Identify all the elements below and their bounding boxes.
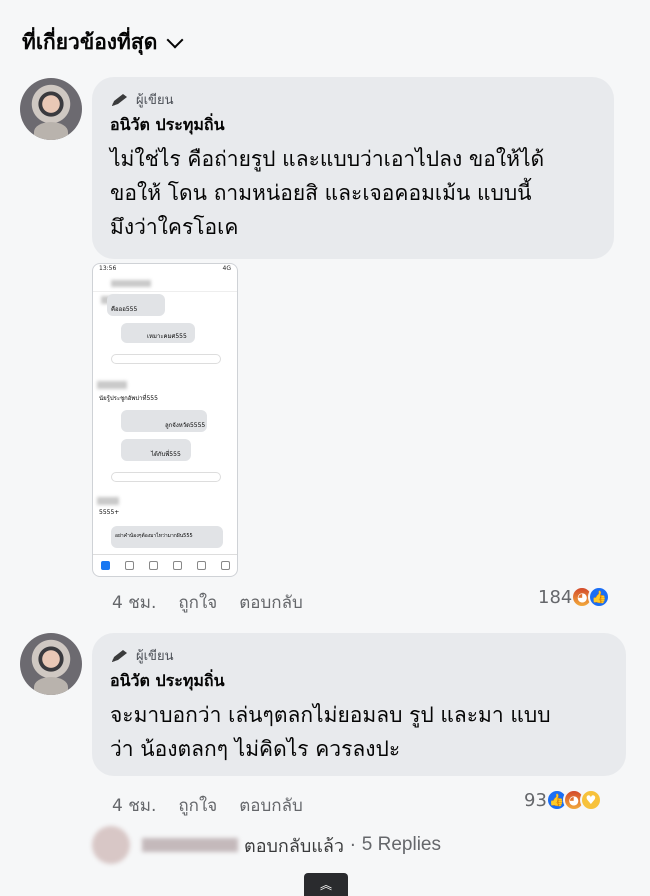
marketplace-icon [172, 561, 182, 570]
chevron-down-icon [166, 31, 184, 48]
attachment-row-text: คือออ555 [111, 306, 138, 313]
flag-icon [148, 561, 158, 570]
comment-time[interactable]: 4 ชม. [112, 792, 156, 819]
attachment-row-text: 5555+ [99, 509, 120, 516]
author-badge-label: ผู้เขียน [136, 649, 174, 664]
comment-line: มึงว่าใครโอเค [110, 215, 239, 239]
comment-line: จะมาบอกว่า เล่นๆตลกไม่ยอมลบ รูป และมา แบ… [110, 703, 551, 727]
sort-label: ที่เกี่ยวข้องที่สุด [22, 30, 158, 54]
comment-1-bubble: ผู้เขียน อนิวัต ประทุมถิ่น ไม่ใช่ไร คือถ… [92, 77, 614, 259]
attachment-row: อย่าคำน้องๆต้องมาไหว่ามากฝัน555 [93, 524, 237, 553]
replied-label: ตอบกลับแล้ว [244, 835, 345, 857]
attachment-row-text: เหมาะคมศ555 [147, 333, 187, 340]
attachment-row: 5555+ [93, 495, 237, 524]
attachment-row: ลูกจังหวัด5555 [93, 408, 237, 437]
attachment-row-text: ได้กับพี่555 [151, 451, 181, 458]
comment-1-actions: 4 ชม. ถูกใจ ตอบกลับ [112, 589, 303, 616]
author-badge-label: ผู้เขียน [136, 93, 174, 108]
comment-author[interactable]: อนิวัต ประทุมถิ่น [110, 669, 608, 694]
comment-text: จะมาบอกว่า เล่นๆตลกไม่ยอมลบ รูป และมา แบ… [110, 698, 608, 766]
care-icon: ♥ [579, 789, 602, 811]
comment-2-actions: 4 ชม. ถูกใจ ตอบกลับ [112, 792, 303, 819]
comment-text: ไม่ใช่ไร คือถ่ายรูป และแบบว่าเอาไปลง ขอใ… [110, 142, 596, 244]
double-chevron-up-icon: ︽ [319, 878, 332, 892]
comment-1-avatar[interactable] [20, 78, 82, 140]
attachment-row-text: ลูกจังหวัด5555 [165, 422, 206, 429]
comment-line: ขอให้ โดน ถามหน่อยสิ และเจอคอมเม้น แบบนี… [110, 181, 532, 205]
comment-line: ว่า น้องตลกๆ ไม่คิดไร ควรลงปะ [110, 737, 401, 761]
reaction-count: 93 [524, 789, 547, 811]
attachment-row [93, 466, 237, 495]
comment-time[interactable]: 4 ชม. [112, 589, 156, 616]
attachment-row-text: อย่าคำน้องๆต้องมาไหว่ามากฝัน555 [115, 533, 193, 539]
attachment-row: คือออ555 [93, 292, 237, 321]
author-badge: ผู้เขียน [110, 645, 608, 666]
attachment-tab-bar [93, 554, 237, 576]
reply-button[interactable]: ตอบกลับ [239, 792, 303, 819]
separator: · [350, 834, 356, 856]
comment-2-avatar[interactable] [20, 633, 82, 695]
reply-button[interactable]: ตอบกลับ [239, 589, 303, 616]
attachment-status-bar: 13:56 4G [93, 264, 237, 274]
reply-avatar [92, 826, 130, 864]
attachment-status-signal: 4G [222, 265, 231, 272]
comment-attachment-screenshot[interactable]: 13:56 4G คือออ555 เหมาะคมศ555 นัยรู้ประช… [92, 263, 238, 577]
menu-icon [220, 561, 230, 570]
attachment-header [93, 274, 237, 292]
attachment-row: นัยรู้ประชูกอัพบ่าที่555 [93, 379, 237, 408]
view-replies-link[interactable]: ตอบกลับแล้ว · 5 Replies [92, 826, 441, 864]
reply-author-name [142, 838, 238, 852]
home-icon [100, 561, 110, 570]
attachment-row-text: นัยรู้ประชูกอัพบ่าที่555 [99, 395, 158, 402]
attachment-status-time: 13:56 [99, 265, 117, 272]
reply-count: 5 Replies [361, 834, 441, 855]
like-icon: 👍 [588, 586, 611, 608]
comment-2-bubble: ผู้เขียน อนิวัต ประทุมถิ่น จะมาบอกว่า เล… [92, 633, 626, 776]
comment-2-reactions[interactable]: 93 👍 ◕ ♥ [524, 789, 602, 811]
watch-icon [124, 561, 134, 570]
comment-1-reactions[interactable]: 184 ◕ 👍 [538, 586, 611, 608]
sort-dropdown[interactable]: ที่เกี่ยวข้องที่สุด [22, 26, 184, 59]
like-button[interactable]: ถูกใจ [178, 792, 217, 819]
like-button[interactable]: ถูกใจ [178, 589, 217, 616]
author-badge: ผู้เขียน [110, 89, 596, 110]
attachment-row [93, 350, 237, 379]
reaction-count: 184 [538, 586, 573, 608]
attachment-row: เหมาะคมศ555 [93, 321, 237, 350]
bell-icon [196, 561, 206, 570]
comment-line: ไม่ใช่ไร คือถ่ายรูป และแบบว่าเอาไปลง ขอใ… [110, 147, 545, 171]
pencil-icon [112, 649, 127, 662]
scroll-to-top-button[interactable]: ︽ [304, 873, 348, 896]
pencil-icon [112, 93, 127, 106]
comment-author[interactable]: อนิวัต ประทุมถิ่น [110, 113, 596, 138]
attachment-row: ได้กับพี่555 [93, 437, 237, 466]
